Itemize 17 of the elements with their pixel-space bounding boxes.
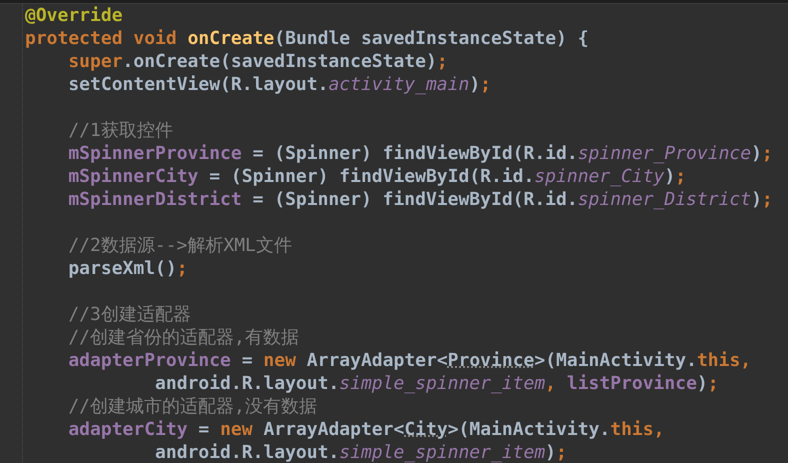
code-line: android.R.layout.simple_spinner_item, listProvince); bbox=[155, 373, 719, 394]
code-comment: //创建省份的适配器,有数据 bbox=[68, 327, 299, 348]
code-line: adapterProvince = new ArrayAdapter<Province>(MainActivity.this, bbox=[68, 350, 752, 371]
code-line: adapterCity = new ArrayAdapter<City>(MainActivity.this, bbox=[68, 419, 664, 440]
code-line: parseXml(); bbox=[68, 258, 188, 279]
code-line: @Override bbox=[25, 5, 123, 26]
code-comment: //1获取控件 bbox=[68, 120, 173, 141]
code-line: super.onCreate(savedInstanceState); bbox=[68, 51, 448, 72]
code-line: mSpinnerDistrict = (Spinner) findViewById(R.id.spinner_District); bbox=[68, 189, 773, 210]
code-line: protected void onCreate(Bundle savedInstanceState) { bbox=[25, 28, 589, 49]
code-comment: //2数据源-->解析XML文件 bbox=[68, 235, 292, 256]
code-line: mSpinnerCity = (Spinner) findViewById(R.id.spinner_City); bbox=[68, 166, 686, 187]
code-line: mSpinnerProvince = (Spinner) findViewById(R.id.spinner_Province); bbox=[68, 143, 773, 164]
code-comment: //创建城市的适配器,没有数据 bbox=[68, 396, 317, 417]
code-line: android.R.layout.simple_spinner_item); bbox=[155, 442, 567, 463]
code-comment: //3创建适配器 bbox=[68, 304, 191, 325]
code-line: setContentView(R.layout.activity_main); bbox=[68, 74, 492, 95]
